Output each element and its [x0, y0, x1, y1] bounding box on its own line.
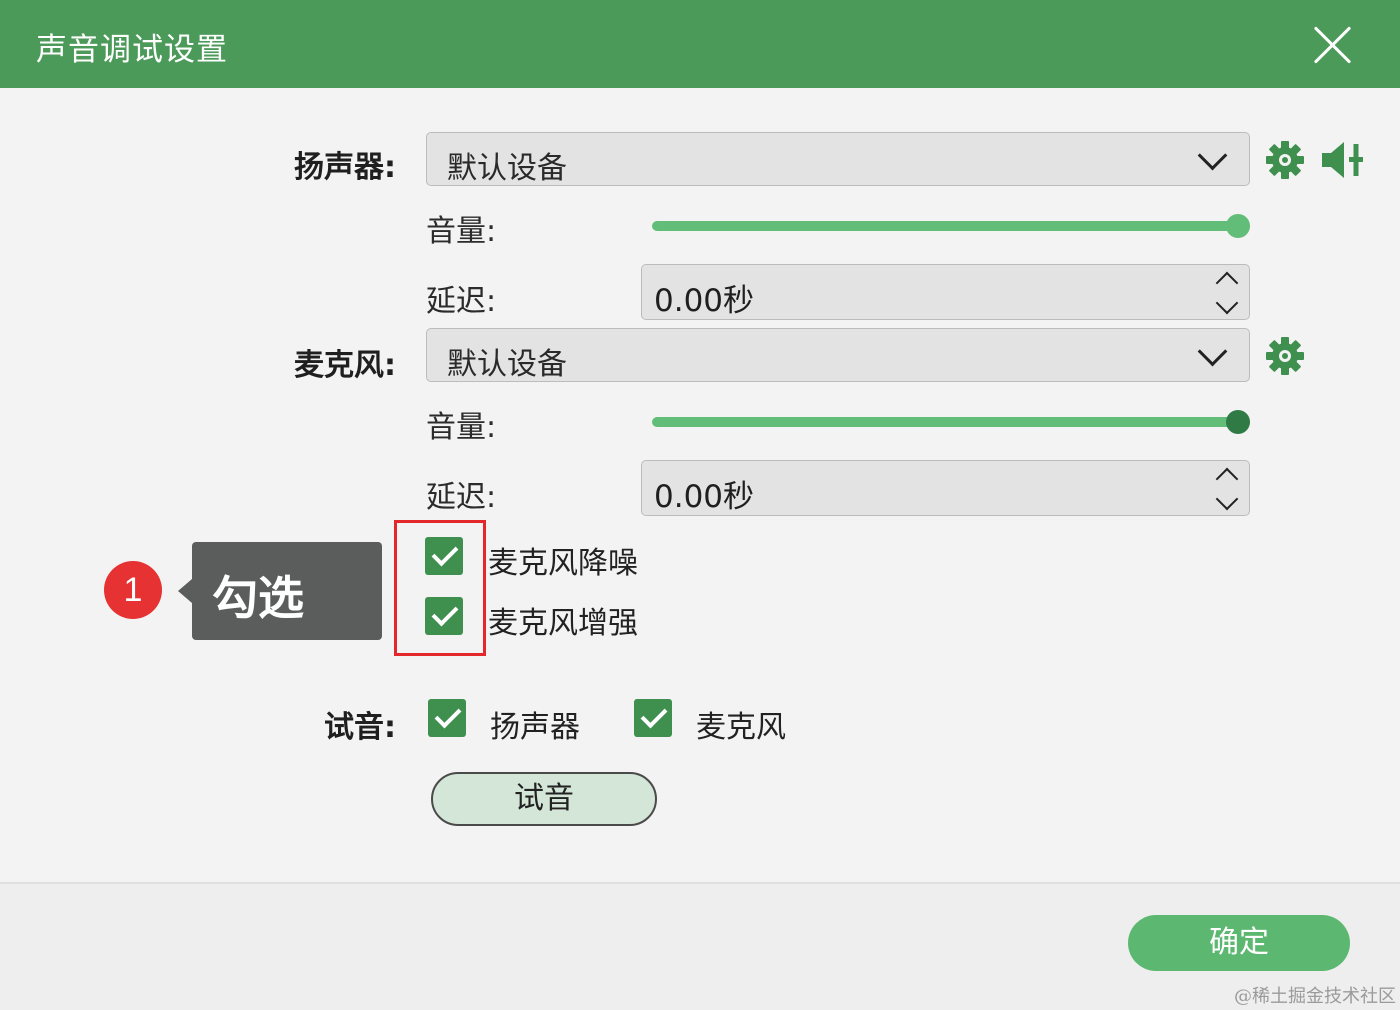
step-badge: 1 [104, 561, 162, 619]
microphone-delay-input[interactable]: 0.00秒 [641, 460, 1250, 516]
microphone-device-select[interactable]: 默认设备 [426, 328, 1250, 382]
speaker-delay-label: 延迟: [426, 284, 497, 319]
highlight-box [394, 520, 486, 656]
speaker-volume-icon[interactable] [1320, 140, 1366, 180]
test-speaker-label[interactable]: 扬声器 [490, 702, 580, 746]
test-sound-button[interactable]: 试音 [431, 772, 657, 826]
microphone-settings-gear-icon[interactable] [1265, 336, 1305, 376]
speaker-device-select[interactable]: 默认设备 [426, 132, 1250, 186]
chevron-down-icon [1197, 336, 1228, 367]
window-title: 声音调试设置 [36, 32, 228, 68]
speaker-label: 扬声器: [294, 150, 396, 185]
noise-reduction-label[interactable]: 麦克风降噪 [488, 538, 638, 582]
test-speaker-checkbox[interactable] [428, 699, 466, 737]
test-mic-label[interactable]: 麦克风 [696, 702, 786, 746]
speaker-delay-value: 0.00秒 [654, 283, 755, 319]
microphone-volume-slider[interactable] [652, 408, 1250, 436]
test-mic-checkbox[interactable] [634, 699, 672, 737]
slider-track [652, 221, 1250, 231]
callout-tooltip: 勾选 [178, 542, 382, 640]
microphone-label: 麦克风: [294, 348, 396, 383]
slider-track [652, 417, 1250, 427]
slider-thumb[interactable] [1226, 410, 1250, 434]
speaker-volume-slider[interactable] [652, 212, 1250, 240]
title-bar: 声音调试设置 [0, 0, 1400, 88]
ok-button[interactable]: 确定 [1128, 915, 1350, 971]
test-label: 试音: [324, 710, 396, 745]
chevron-down-icon[interactable] [1215, 487, 1239, 511]
chevron-down-icon [1197, 140, 1228, 171]
mic-enhance-label[interactable]: 麦克风增强 [488, 598, 638, 642]
speaker-settings-gear-icon[interactable] [1265, 140, 1305, 180]
microphone-device-value: 默认设备 [447, 347, 567, 382]
microphone-volume-label: 音量: [426, 410, 497, 445]
speaker-device-value: 默认设备 [447, 151, 567, 186]
microphone-delay-label: 延迟: [426, 480, 497, 515]
chevron-down-icon[interactable] [1215, 291, 1239, 315]
watermark: @稀土掘金技术社区 [1234, 986, 1396, 1007]
microphone-delay-value: 0.00秒 [654, 479, 755, 515]
speaker-volume-label: 音量: [426, 214, 497, 249]
close-icon[interactable] [1308, 20, 1358, 70]
slider-thumb[interactable] [1226, 214, 1250, 238]
callout-text: 勾选 [212, 571, 304, 625]
speaker-delay-input[interactable]: 0.00秒 [641, 264, 1250, 320]
